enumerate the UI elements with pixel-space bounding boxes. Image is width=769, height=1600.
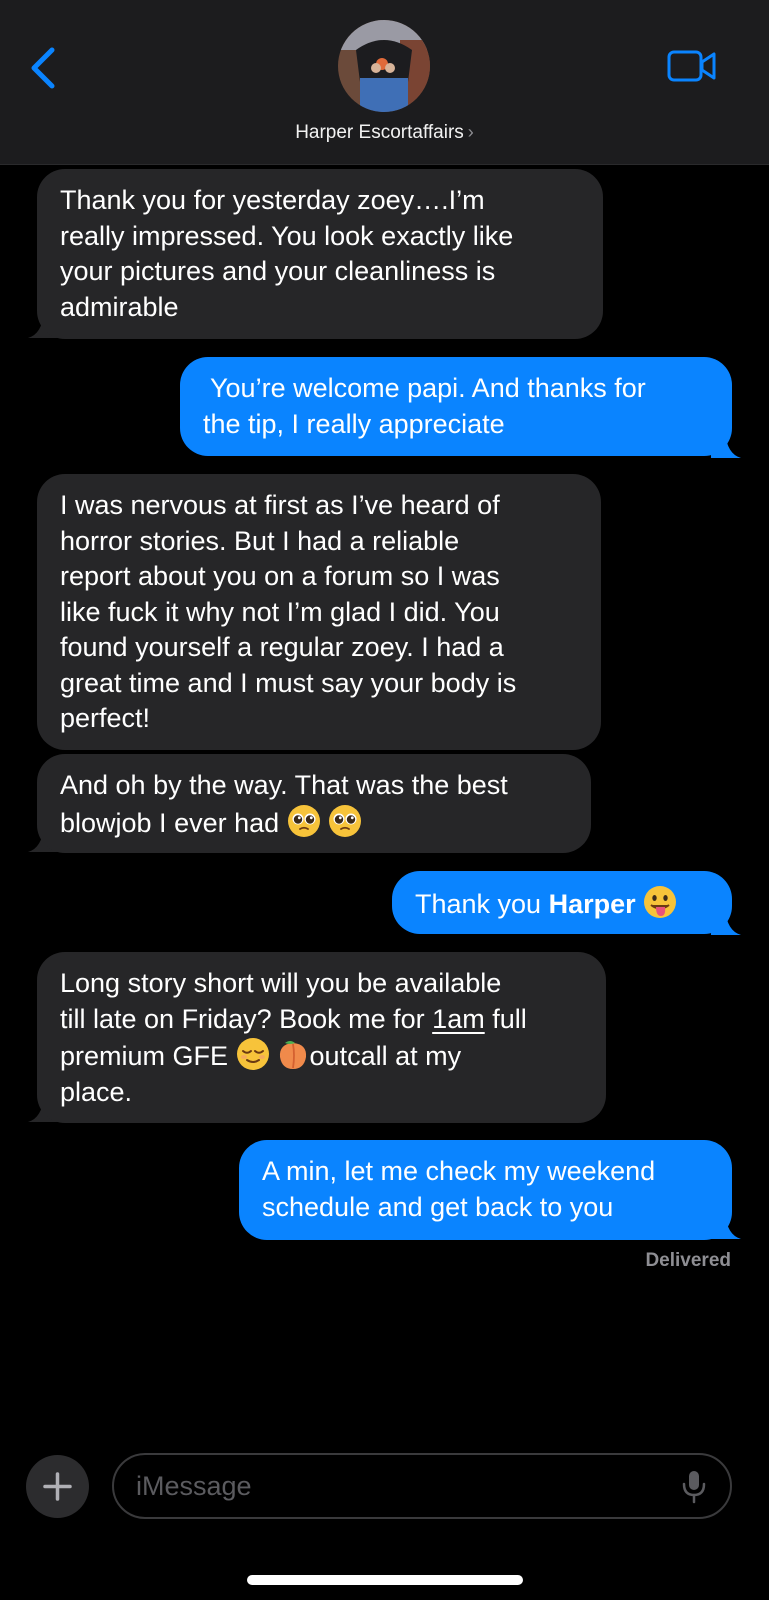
- message-text-bold: Harper: [548, 889, 636, 919]
- message-text: report about you on a forum so I was: [60, 561, 500, 591]
- delivery-status: Delivered: [645, 1250, 731, 1271]
- message-text: Thank you: [415, 889, 549, 919]
- message-bubble-outgoing[interactable]: You’re welcome papi. And thanks for the …: [180, 357, 732, 456]
- home-indicator[interactable]: [247, 1575, 523, 1585]
- back-button[interactable]: [24, 42, 64, 90]
- message-text: And oh by the way. That was the best: [60, 770, 508, 800]
- time-link[interactable]: 1am: [432, 1004, 485, 1034]
- message-text: great time and I must say your body is: [60, 667, 517, 698]
- message-bubble-incoming[interactable]: I was nervous at first as I’ve heard of …: [37, 474, 601, 750]
- pleading-face-emoji: [287, 804, 320, 837]
- chevron-right-icon: ›: [467, 122, 474, 142]
- message-text: your pictures and your cleanliness is: [60, 256, 496, 286]
- message-bubble-outgoing[interactable]: Thank you Harper: [392, 871, 732, 934]
- message-text: Thank you for yesterday zoey….I’m: [60, 185, 485, 215]
- message-bubble-incoming[interactable]: And oh by the way. That was the best blo…: [37, 754, 591, 853]
- message-text: the tip, I really appreciate: [203, 408, 505, 439]
- dictation-button[interactable]: [680, 1469, 708, 1505]
- chevron-left-icon: [31, 47, 55, 89]
- message-text: full: [484, 1003, 527, 1034]
- pleading-face-emoji: [329, 804, 362, 837]
- message-text: blowjob I ever had: [60, 807, 280, 838]
- microphone-icon: [682, 1471, 706, 1504]
- message-text: really impressed. You look exactly like: [60, 220, 514, 251]
- video-camera-icon: [667, 50, 716, 82]
- apps-plus-button[interactable]: [26, 1455, 89, 1518]
- message-text: like fuck it why not I’m glad I did. You: [60, 596, 500, 627]
- message-text: horror stories. But I had a reliable: [60, 525, 460, 556]
- relieved-face-emoji: [236, 1038, 269, 1070]
- message-bubble-incoming[interactable]: Long story short will you be available t…: [37, 952, 606, 1123]
- message-text: premium GFE: [60, 1041, 236, 1071]
- contact-name: Harper Escortaffairs: [295, 122, 464, 143]
- facetime-video-button[interactable]: [666, 46, 718, 86]
- conversation-header: Harper Escortaffairs ›: [0, 0, 769, 165]
- message-bubble-incoming[interactable]: Thank you for yesterday zoey….I’m really…: [37, 169, 603, 339]
- peach-emoji: [279, 1041, 306, 1069]
- message-text: Long story short will you be available: [60, 968, 502, 998]
- message-text: You’re welcome papi. And thanks for: [203, 373, 646, 403]
- message-text: perfect!: [60, 703, 151, 733]
- message-input[interactable]: iMessage: [112, 1453, 732, 1519]
- message-text: I was nervous at first as I’ve heard of: [60, 490, 500, 520]
- message-text: admirable: [60, 291, 179, 322]
- message-text: found yourself a regular zoey. I had a: [60, 632, 504, 662]
- message-text: till late on Friday? Book me for: [60, 1003, 433, 1034]
- tongue-out-face-emoji: [644, 886, 677, 918]
- contact-name-button[interactable]: Harper Escortaffairs ›: [0, 122, 769, 144]
- message-text: schedule and get back to you: [262, 1191, 614, 1222]
- message-text: place.: [60, 1076, 133, 1107]
- plus-icon: [43, 1472, 72, 1501]
- message-bubble-outgoing[interactable]: A min, let me check my weekend schedule …: [239, 1140, 732, 1240]
- message-text: A min, let me check my weekend: [262, 1156, 656, 1186]
- contact-avatar[interactable]: [338, 20, 430, 112]
- message-input-placeholder: iMessage: [136, 1471, 252, 1501]
- message-text: outcall at my: [309, 1041, 462, 1071]
